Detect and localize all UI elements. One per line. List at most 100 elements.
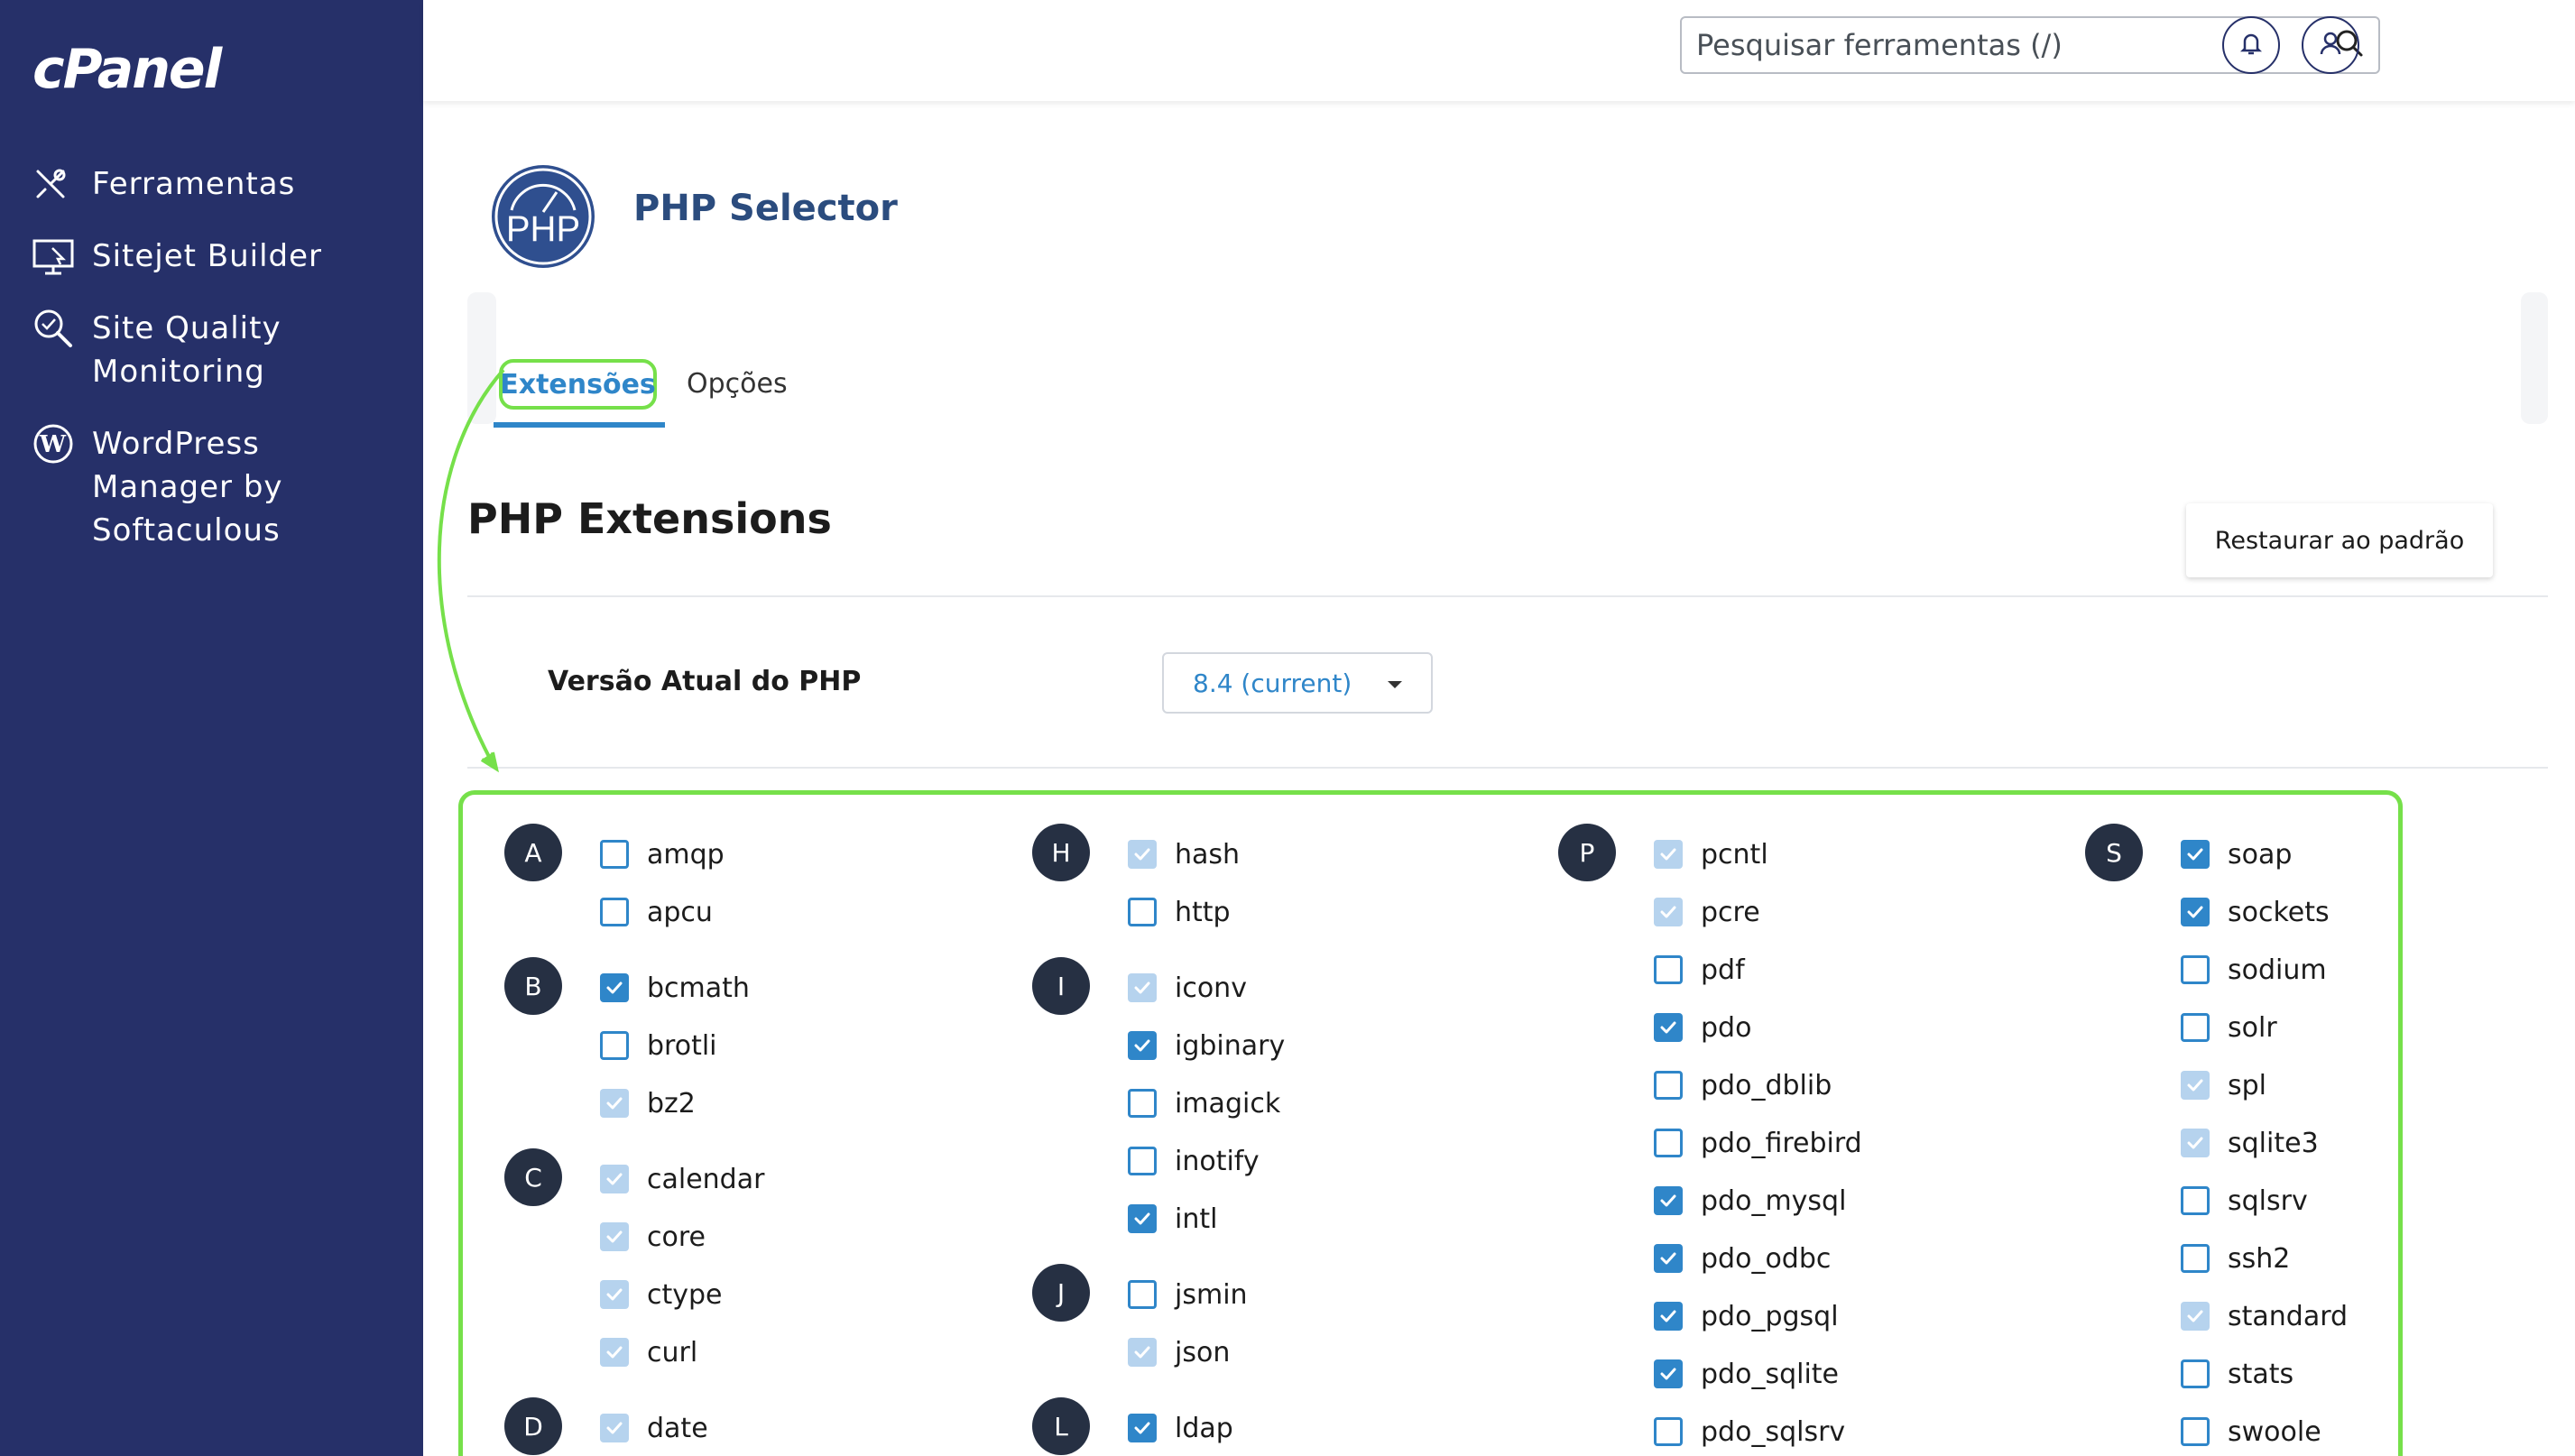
extension-item-inotify[interactable]: inotify bbox=[1128, 1143, 1260, 1179]
extension-checkbox[interactable] bbox=[1654, 1013, 1683, 1042]
sidebar-item-site-quality-monitoring[interactable]: Site Quality Monitoring bbox=[32, 307, 281, 393]
extension-name: curl bbox=[647, 1336, 698, 1368]
extension-item-bcmath[interactable]: bcmath bbox=[600, 970, 750, 1006]
extension-item-curl: curl bbox=[600, 1334, 697, 1370]
extension-checkbox[interactable] bbox=[1128, 1089, 1157, 1118]
extension-item-soap[interactable]: soap bbox=[2181, 836, 2292, 872]
extension-item-pcre: pcre bbox=[1654, 894, 1760, 930]
extension-name: pcntl bbox=[1701, 838, 1768, 871]
notifications-button[interactable] bbox=[2222, 16, 2280, 74]
extension-checkbox[interactable] bbox=[2181, 1244, 2210, 1273]
extension-checkbox[interactable] bbox=[2181, 1417, 2210, 1446]
extension-checkbox[interactable] bbox=[1654, 1359, 1683, 1388]
user-menu-button[interactable] bbox=[2302, 16, 2359, 74]
extension-checkbox[interactable] bbox=[1128, 1031, 1157, 1060]
extension-name: pdo_odbc bbox=[1701, 1242, 1832, 1275]
extension-name: standard bbox=[2228, 1300, 2349, 1332]
extension-item-pdo_mysql[interactable]: pdo_mysql bbox=[1654, 1183, 1846, 1219]
cpanel-logo[interactable]: cPanel bbox=[32, 38, 222, 101]
extension-checkbox bbox=[600, 1222, 629, 1251]
extension-item-date: date bbox=[600, 1410, 708, 1446]
extension-item-pdf[interactable]: pdf bbox=[1654, 952, 1745, 988]
extension-item-sqlsrv[interactable]: sqlsrv bbox=[2181, 1183, 2308, 1219]
extension-item-pdo_sqlsrv[interactable]: pdo_sqlsrv bbox=[1654, 1414, 1845, 1450]
extension-checkbox[interactable] bbox=[2181, 955, 2210, 984]
extension-item-stats[interactable]: stats bbox=[2181, 1356, 2294, 1392]
php-version-value: 8.4 (current) bbox=[1193, 668, 1352, 698]
extension-checkbox[interactable] bbox=[1654, 1129, 1683, 1157]
extension-checkbox[interactable] bbox=[1654, 1186, 1683, 1215]
extension-item-sodium[interactable]: sodium bbox=[2181, 952, 2327, 988]
extension-item-solr[interactable]: solr bbox=[2181, 1009, 2277, 1046]
extension-checkbox[interactable] bbox=[1654, 955, 1683, 984]
extension-item-ssh2[interactable]: ssh2 bbox=[2181, 1240, 2290, 1276]
extension-item-pdo_odbc[interactable]: pdo_odbc bbox=[1654, 1240, 1831, 1276]
letter-badge: A bbox=[504, 824, 562, 881]
extension-name: ctype bbox=[647, 1278, 723, 1311]
extension-checkbox[interactable] bbox=[2181, 1186, 2210, 1215]
extension-checkbox[interactable] bbox=[1128, 898, 1157, 926]
extension-name: sockets bbox=[2228, 896, 2330, 928]
extension-checkbox[interactable] bbox=[600, 973, 629, 1002]
extension-checkbox bbox=[1128, 973, 1157, 1002]
extension-item-jsmin[interactable]: jsmin bbox=[1128, 1276, 1248, 1313]
extension-item-pdo_sqlite[interactable]: pdo_sqlite bbox=[1654, 1356, 1839, 1392]
extension-name: sqlsrv bbox=[2228, 1184, 2308, 1217]
extension-name: solr bbox=[2228, 1011, 2277, 1044]
extension-checkbox[interactable] bbox=[1654, 1417, 1683, 1446]
sidebar-item-wordpress-manager[interactable]: W WordPress Manager by Softaculous bbox=[32, 422, 283, 552]
extension-item-igbinary[interactable]: igbinary bbox=[1128, 1027, 1285, 1064]
extension-checkbox[interactable] bbox=[2181, 1013, 2210, 1042]
extension-name: inotify bbox=[1175, 1145, 1260, 1177]
extension-checkbox[interactable] bbox=[1128, 1280, 1157, 1309]
extension-checkbox[interactable] bbox=[1654, 1302, 1683, 1331]
extension-checkbox[interactable] bbox=[2181, 898, 2210, 926]
extension-name: core bbox=[647, 1221, 706, 1253]
extension-checkbox bbox=[1128, 1338, 1157, 1367]
php-version-select[interactable]: 8.4 (current) bbox=[1162, 652, 1433, 714]
extension-checkbox[interactable] bbox=[600, 1031, 629, 1060]
extension-name: spl bbox=[2228, 1069, 2267, 1101]
extension-checkbox[interactable] bbox=[1128, 1414, 1157, 1442]
monitor-icon bbox=[32, 235, 78, 278]
extension-checkbox[interactable] bbox=[2181, 1359, 2210, 1388]
extension-item-pdo_dblib[interactable]: pdo_dblib bbox=[1654, 1067, 1832, 1103]
extension-checkbox bbox=[1654, 898, 1683, 926]
extension-name: pdo_sqlite bbox=[1701, 1358, 1840, 1390]
extension-item-pdo[interactable]: pdo bbox=[1654, 1009, 1751, 1046]
sidebar-item-ferramentas[interactable]: Ferramentas bbox=[32, 162, 295, 206]
extension-name: amqp bbox=[647, 838, 725, 871]
extension-checkbox bbox=[2181, 1129, 2210, 1157]
extension-checkbox bbox=[600, 1165, 629, 1193]
extension-item-swoole[interactable]: swoole bbox=[2181, 1414, 2321, 1450]
letter-badge: I bbox=[1032, 957, 1090, 1015]
extension-checkbox[interactable] bbox=[1654, 1244, 1683, 1273]
extension-name: ldap bbox=[1175, 1412, 1233, 1444]
sidebar-item-sitejet-builder[interactable]: Sitejet Builder bbox=[32, 235, 322, 278]
extension-name: stats bbox=[2228, 1358, 2294, 1390]
wordpress-icon: W bbox=[32, 422, 78, 465]
extension-item-apcu[interactable]: apcu bbox=[600, 894, 713, 930]
extension-item-imagick[interactable]: imagick bbox=[1128, 1085, 1280, 1121]
extension-checkbox[interactable] bbox=[2181, 840, 2210, 869]
extension-checkbox[interactable] bbox=[1128, 1147, 1157, 1175]
extension-item-intl[interactable]: intl bbox=[1128, 1201, 1217, 1237]
extension-checkbox[interactable] bbox=[600, 840, 629, 869]
extension-name: pdo_firebird bbox=[1701, 1127, 1862, 1159]
tab-opcoes[interactable]: Opções bbox=[687, 368, 788, 400]
extension-item-pdo_firebird[interactable]: pdo_firebird bbox=[1654, 1125, 1862, 1161]
extension-item-ldap[interactable]: ldap bbox=[1128, 1410, 1233, 1446]
extension-checkbox[interactable] bbox=[1654, 1071, 1683, 1100]
extension-item-http[interactable]: http bbox=[1128, 894, 1231, 930]
extension-item-brotli[interactable]: brotli bbox=[600, 1027, 717, 1064]
magnifier-icon bbox=[32, 307, 78, 350]
restore-default-button[interactable]: Restaurar ao padrão bbox=[2186, 503, 2493, 577]
extension-item-sockets[interactable]: sockets bbox=[2181, 894, 2330, 930]
extension-item-amqp[interactable]: amqp bbox=[600, 836, 725, 872]
extension-item-pdo_pgsql[interactable]: pdo_pgsql bbox=[1654, 1298, 1839, 1334]
extension-checkbox[interactable] bbox=[1128, 1204, 1157, 1233]
extension-name: intl bbox=[1175, 1203, 1218, 1235]
sidebar-item-label: Sitejet Builder bbox=[92, 238, 323, 274]
extension-checkbox[interactable] bbox=[600, 898, 629, 926]
letter-badge: S bbox=[2085, 824, 2143, 881]
